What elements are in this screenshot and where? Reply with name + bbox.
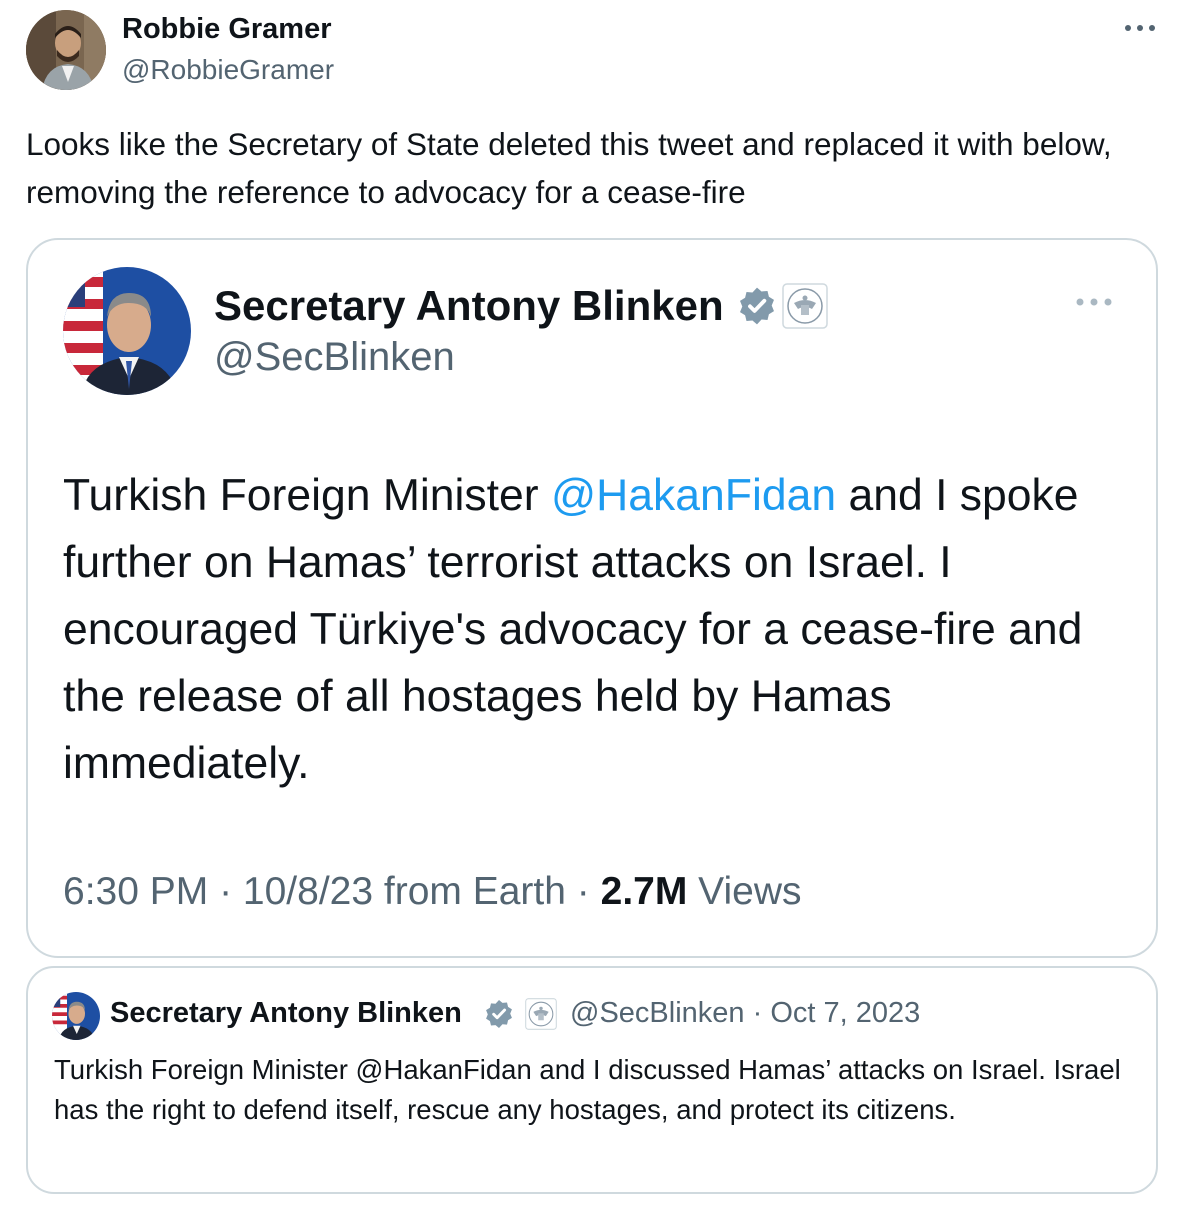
quote-author-avatar-photo [52, 992, 100, 1040]
more-horizontal-icon [1125, 25, 1155, 31]
screenshot-views-count: 2.7M [600, 870, 688, 913]
verified-badge-icon [740, 287, 774, 325]
screenshot-author-handle: @SecBlinken [214, 335, 455, 379]
author-avatar[interactable] [26, 10, 106, 90]
screenshot-badges [736, 283, 828, 329]
quote-meta: @SecBlinken · Oct 7, 2023 [570, 997, 920, 1030]
meta-separator: · [744, 997, 771, 1029]
author-name[interactable]: Robbie Gramer [122, 13, 332, 46]
meta-separator: · [208, 870, 243, 913]
post-text: Looks like the Secretary of State delete… [26, 126, 1112, 210]
attached-screenshot[interactable]: Secretary Antony Blinken @SecBlinken Tur… [26, 238, 1158, 958]
screenshot-source: from Earth [383, 870, 566, 913]
author-handle[interactable]: @RobbieGramer [122, 54, 334, 86]
government-seal-icon [782, 283, 828, 329]
quote-author-avatar [52, 992, 100, 1040]
screenshot-mention-link: @HakanFidan [550, 471, 837, 520]
meta-separator: · [565, 870, 601, 913]
quote-badges [483, 998, 557, 1030]
quote-text: Turkish Foreign Minister @HakanFidan and… [54, 1054, 1121, 1125]
government-seal-icon [525, 998, 557, 1030]
screenshot-author-name: Secretary Antony Blinken [214, 282, 724, 329]
verified-badge-icon [486, 1000, 512, 1028]
screenshot-date: 10/8/23 [242, 870, 374, 913]
screenshot-time: 6:30 PM [63, 870, 209, 913]
screenshot-text-part1: Turkish Foreign Minister [63, 471, 551, 520]
quote-author-handle: @SecBlinken [570, 997, 745, 1029]
quote-date: Oct 7, 2023 [770, 997, 921, 1029]
screenshot-more-icon-wrap [1072, 294, 1116, 310]
screenshot-tweet-text: Turkish Foreign Minister @HakanFidan and… [63, 462, 1123, 797]
more-options-button[interactable] [1122, 18, 1158, 38]
screenshot-meta: 6:30 PM · 10/8/23 from Earth · 2.7M View… [63, 870, 802, 914]
author-avatar-photo [26, 10, 106, 90]
blinken-avatar [63, 267, 191, 395]
more-horizontal-icon [1076, 298, 1112, 306]
quoted-tweet[interactable]: Secretary Antony Blinken @SecBlinken · O… [26, 966, 1158, 1194]
screenshot-views-label: Views [698, 870, 802, 913]
blinken-avatar-photo [63, 267, 191, 395]
quote-author-name: Secretary Antony Blinken [110, 997, 462, 1029]
